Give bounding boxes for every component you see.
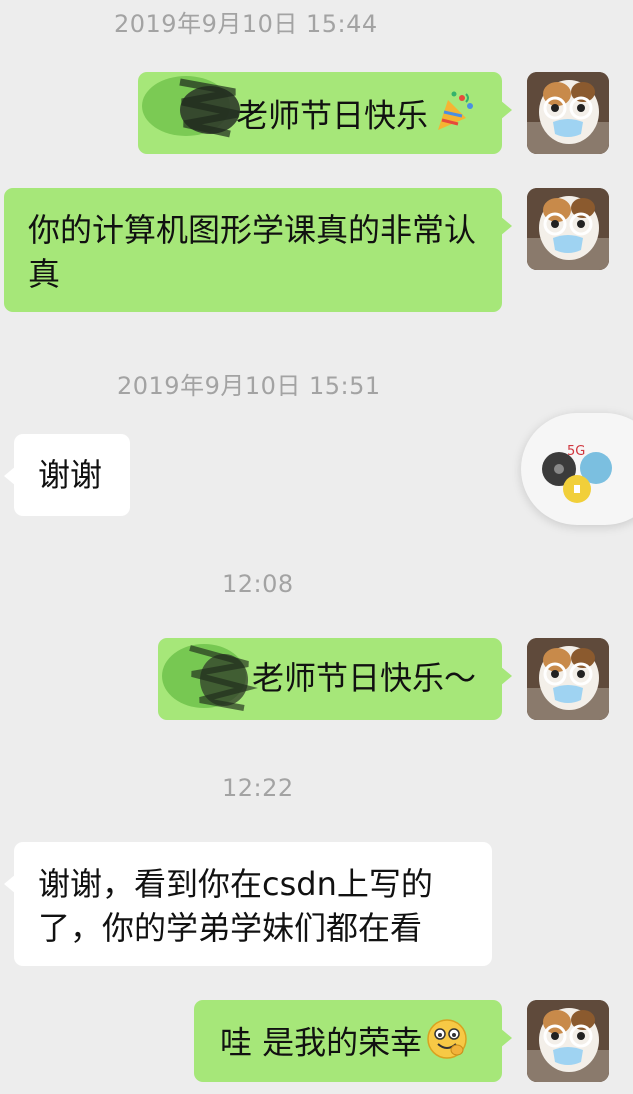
avatar[interactable] bbox=[527, 72, 609, 154]
message-text: 老师节日快乐～ bbox=[251, 659, 476, 697]
redaction-scribble bbox=[142, 76, 240, 138]
message-text: 老师节日快乐 bbox=[235, 96, 428, 135]
message-bubble-sent[interactable]: 你的计算机图形学课真的非常认真 bbox=[4, 188, 512, 312]
floating-ball[interactable]: 5G bbox=[521, 413, 633, 525]
avatar[interactable] bbox=[527, 188, 609, 270]
message-text: 谢谢 bbox=[38, 456, 103, 494]
avatar[interactable] bbox=[527, 638, 609, 720]
timestamp: 2019年9月10日 15:51 bbox=[117, 372, 381, 400]
party-popper-icon bbox=[432, 90, 476, 145]
avatar[interactable] bbox=[527, 1000, 609, 1082]
message-bubble-received[interactable]: 谢谢 bbox=[4, 434, 130, 516]
message-text: 哇 是我的荣幸 bbox=[220, 1023, 423, 1062]
network-badge: 5G bbox=[567, 444, 585, 459]
redaction-scribble bbox=[162, 644, 258, 711]
message-bubble-received[interactable]: 谢谢，看到你在csdn上写的了，你的学弟学妹们都在看 bbox=[4, 842, 492, 966]
timestamp: 12:08 bbox=[222, 570, 294, 598]
timestamp: 12:22 bbox=[222, 774, 294, 802]
message-bubble-sent[interactable]: 哇 是我的荣幸 bbox=[194, 1000, 512, 1082]
timestamp: 2019年9月10日 15:44 bbox=[114, 10, 378, 38]
message-text: 你的计算机图形学课真的非常认真 bbox=[28, 211, 477, 293]
message-text: 谢谢，看到你在csdn上写的了，你的学弟学妹们都在看 bbox=[38, 865, 433, 947]
network-widget-icon: 5G bbox=[542, 444, 612, 503]
grinning-face-icon bbox=[426, 1018, 468, 1071]
